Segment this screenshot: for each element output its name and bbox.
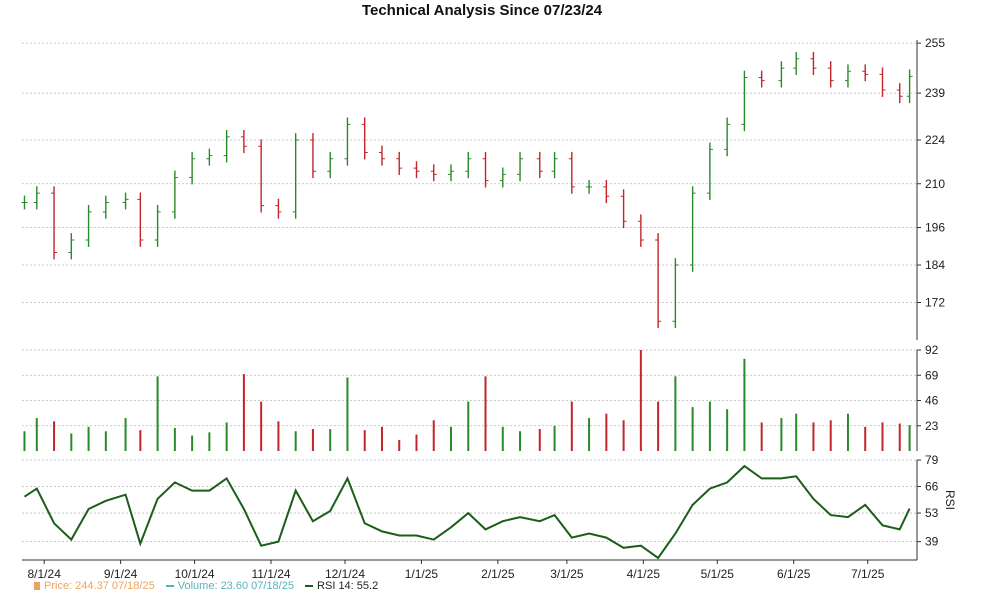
x-tick-label: 8/1/24 [28,567,62,581]
volume-bar [639,350,642,451]
volume-bar [881,422,884,451]
volume-bar [467,401,470,451]
legend-rsi-label: RSI 14: 55.2 [317,580,379,592]
volume-bar [588,418,591,451]
volume-bar [519,431,522,451]
legend-rsi-swatch [305,585,314,588]
legend-price: Price: 244.37 07/18/25 [34,580,155,592]
volume-tick-label: 46 [925,394,939,408]
volume-bar [450,426,453,451]
volume-bar [87,426,90,451]
volume-bar [139,430,142,451]
volume-bar [501,426,504,451]
volume-bar [415,434,418,451]
volume-bar [173,427,176,451]
x-tick-label: 6/1/25 [777,567,811,581]
legend-price-swatch [34,582,40,591]
volume-bar [605,413,608,451]
volume-bar [311,429,314,451]
volume-bar [70,433,73,451]
volume-bar [380,426,383,451]
x-tick-label: 4/1/25 [627,567,661,581]
volume-bar [726,409,729,451]
volume-bar [795,413,798,451]
volume-bar [329,429,332,451]
x-tick-label: 3/1/25 [550,567,584,581]
volume-tick-label: 92 [925,343,939,357]
volume-bar [898,423,901,451]
volume-bar [570,401,573,451]
rsi-tick-label: 79 [925,453,939,467]
volume-bar [277,421,280,451]
volume-bar [708,401,711,451]
legend-volume-label: Volume: 23.60 07/18/25 [177,580,294,592]
volume-bar [242,374,245,451]
legend-price-label: Price: 244.37 07/18/25 [44,580,155,592]
legend-volume-swatch [165,585,174,588]
volume-bar [260,401,263,451]
price-tick-label: 172 [925,296,945,310]
volume-bar [484,376,487,451]
legend-volume: Volume: 23.60 07/18/25 [165,580,294,592]
x-tick-label: 9/1/24 [104,567,138,581]
volume-bar [846,413,849,451]
price-tick-label: 184 [925,258,945,272]
volume-bar [780,418,783,451]
volume-bar [35,418,38,451]
rsi-axis-label: RSI [943,490,957,510]
volume-bar [622,420,625,451]
volume-bar [346,377,349,451]
price-tick-label: 224 [925,133,945,147]
volume-bar [208,432,211,451]
volume-bar [191,435,194,451]
grid-lines [22,42,917,543]
rsi-tick-label: 53 [925,506,939,520]
volume-bar [53,421,56,451]
rsi-tick-label: 66 [925,480,939,494]
rsi-tick-label: 39 [925,535,939,549]
legend: Price: 244.37 07/18/25 Volume: 23.60 07/… [34,580,386,592]
x-tick-label: 11/1/24 [251,567,290,581]
volume-bar [294,431,297,451]
volume-tick-label: 23 [925,419,939,433]
volume-bar [398,440,401,451]
volume-bar [760,422,763,451]
volume-bar [864,426,867,451]
price-tick-label: 196 [925,221,945,235]
x-tick-label: 10/1/24 [175,567,215,581]
price-tick-label: 239 [925,86,945,100]
volume-bar [23,431,26,451]
volume-bar [553,425,556,451]
technical-analysis-chart: Technical Analysis Since 07/23/24 255239… [21,2,957,581]
legend-rsi: RSI 14: 55.2 [305,580,378,592]
volume-bar [156,376,159,451]
x-tick-label: 12/1/24 [325,567,365,581]
price-tick-label: 210 [925,177,945,191]
volume-bar [104,431,107,451]
volume-bar [829,420,832,451]
rsi-line [23,464,911,560]
volume-bar [812,422,815,451]
x-tick-label: 7/1/25 [851,567,885,581]
volume-bar [691,407,694,451]
volume-bar [225,422,228,451]
rsi-panel [23,464,911,560]
volume-bar [657,401,660,451]
volume-bar [432,420,435,451]
volume-bar [743,358,746,451]
volume-bar [908,425,911,451]
x-tick-label: 5/1/25 [701,567,735,581]
axes: 255 239 224 210 196 184 172 92 69 46 23 79 66 53 39 8/1… [22,36,945,581]
chart-title: Technical Analysis Since 07/23/24 [362,2,603,19]
volume-bar [124,418,127,451]
x-tick-label: 1/1/25 [405,567,439,581]
volume-bar [538,429,541,451]
price-tick-label: 255 [925,36,945,50]
volume-tick-label: 69 [925,368,939,382]
volume-bar [363,430,366,451]
volume-bar [674,376,677,451]
x-tick-label: 2/1/25 [481,567,515,581]
